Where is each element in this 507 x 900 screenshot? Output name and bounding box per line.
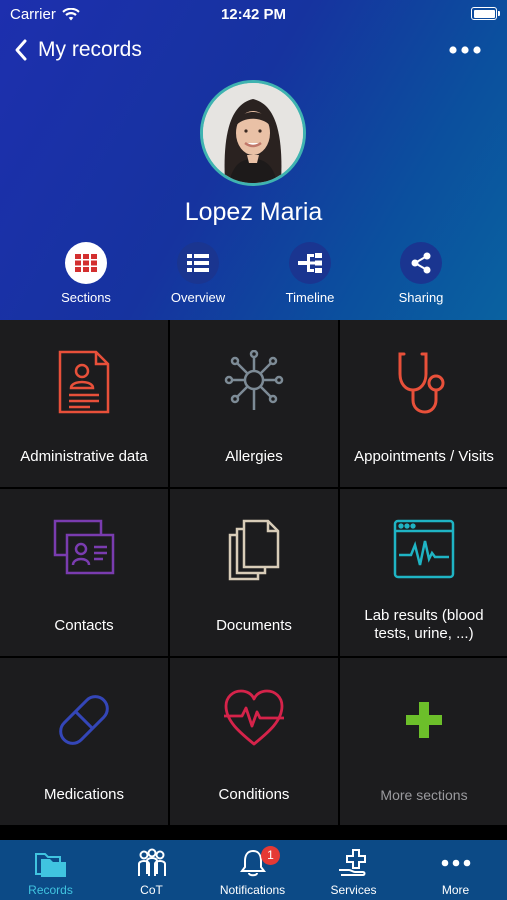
section-contacts[interactable]: Contacts (0, 489, 168, 656)
notification-badge: 1 (261, 846, 280, 865)
pill-icon (59, 695, 109, 745)
section-label: Appointments / Visits (354, 448, 494, 465)
tab-label: Sharing (398, 290, 444, 305)
services-icon (338, 849, 366, 876)
tab-label: Services (330, 883, 377, 897)
patient-name: Lopez Maria (184, 198, 323, 226)
tab-label: Notifications (219, 883, 286, 897)
section-administrative-data[interactable]: Administrative data (0, 320, 168, 487)
contact-cards-icon (53, 519, 115, 575)
share-icon (411, 252, 431, 274)
status-bar: Carrier 12:42 PM (0, 0, 507, 30)
tab-timeline[interactable]: Timeline (255, 242, 365, 305)
battery-icon (471, 7, 500, 20)
section-more-sections[interactable]: More sections (340, 658, 507, 825)
documents-icon (228, 519, 280, 581)
profile-photo (203, 83, 303, 183)
plus-icon (406, 702, 442, 738)
group-icon (137, 848, 166, 876)
tab-label: More (441, 883, 470, 897)
tab-records[interactable]: Records (0, 846, 101, 897)
tab-overview[interactable]: Overview (143, 242, 253, 305)
bottom-tab-bar: Records CoT 1 Notifications Services Mor… (0, 840, 507, 900)
grid-icon (75, 254, 97, 272)
tab-more[interactable]: More (405, 846, 506, 897)
heart-pulse-icon (224, 689, 284, 746)
page-title: My records (38, 38, 142, 61)
document-person-icon (58, 350, 110, 414)
avatar[interactable] (200, 80, 306, 186)
section-documents[interactable]: Documents (170, 489, 338, 656)
chevron-left-icon (15, 39, 27, 61)
sections-grid: Administrative data Allergies Appointmen… (0, 320, 507, 825)
tab-label: CoT (140, 883, 163, 897)
more-dots-icon (449, 46, 481, 54)
section-appointments[interactable]: Appointments / Visits (340, 320, 507, 487)
more-dots-icon (441, 859, 470, 867)
timeline-icon (298, 253, 322, 273)
section-label: Allergies (225, 448, 283, 465)
navigation-bar: My records (0, 36, 507, 72)
lab-monitor-icon (393, 519, 455, 579)
section-label: Conditions (218, 786, 290, 803)
more-options-button[interactable] (449, 42, 481, 60)
tab-label: Overview (170, 290, 226, 305)
section-allergies[interactable]: Allergies (170, 320, 338, 487)
section-label: Lab results (blood tests, urine, ...) (364, 607, 484, 642)
clock: 12:42 PM (220, 6, 287, 23)
view-tabs: Sections Overview Timeline Sharing (0, 242, 507, 312)
section-label: Contacts (54, 617, 114, 634)
section-label: More sections (380, 787, 468, 803)
tab-cot[interactable]: CoT (101, 846, 202, 897)
section-label: Administrative data (20, 448, 148, 465)
section-label: Medications (43, 786, 125, 803)
tab-label: Records (28, 883, 73, 897)
allergen-icon (224, 350, 284, 410)
tab-notifications[interactable]: 1 Notifications (202, 846, 303, 897)
section-medications[interactable]: Medications (0, 658, 168, 825)
tab-sharing[interactable]: Sharing (366, 242, 476, 305)
section-label: Documents (216, 617, 292, 634)
tab-sections[interactable]: Sections (31, 242, 141, 305)
tab-label: Timeline (285, 290, 335, 305)
back-button[interactable]: My records (14, 38, 142, 62)
record-header: Carrier 12:42 PM My records Lopez Maria … (0, 0, 507, 320)
stethoscope-icon (398, 352, 445, 414)
folders-icon (34, 853, 66, 877)
list-icon (187, 254, 209, 272)
tab-label: Sections (61, 290, 111, 305)
section-conditions[interactable]: Conditions (170, 658, 338, 825)
section-lab-results[interactable]: Lab results (blood tests, urine, ...) (340, 489, 507, 656)
tab-services[interactable]: Services (303, 846, 404, 897)
